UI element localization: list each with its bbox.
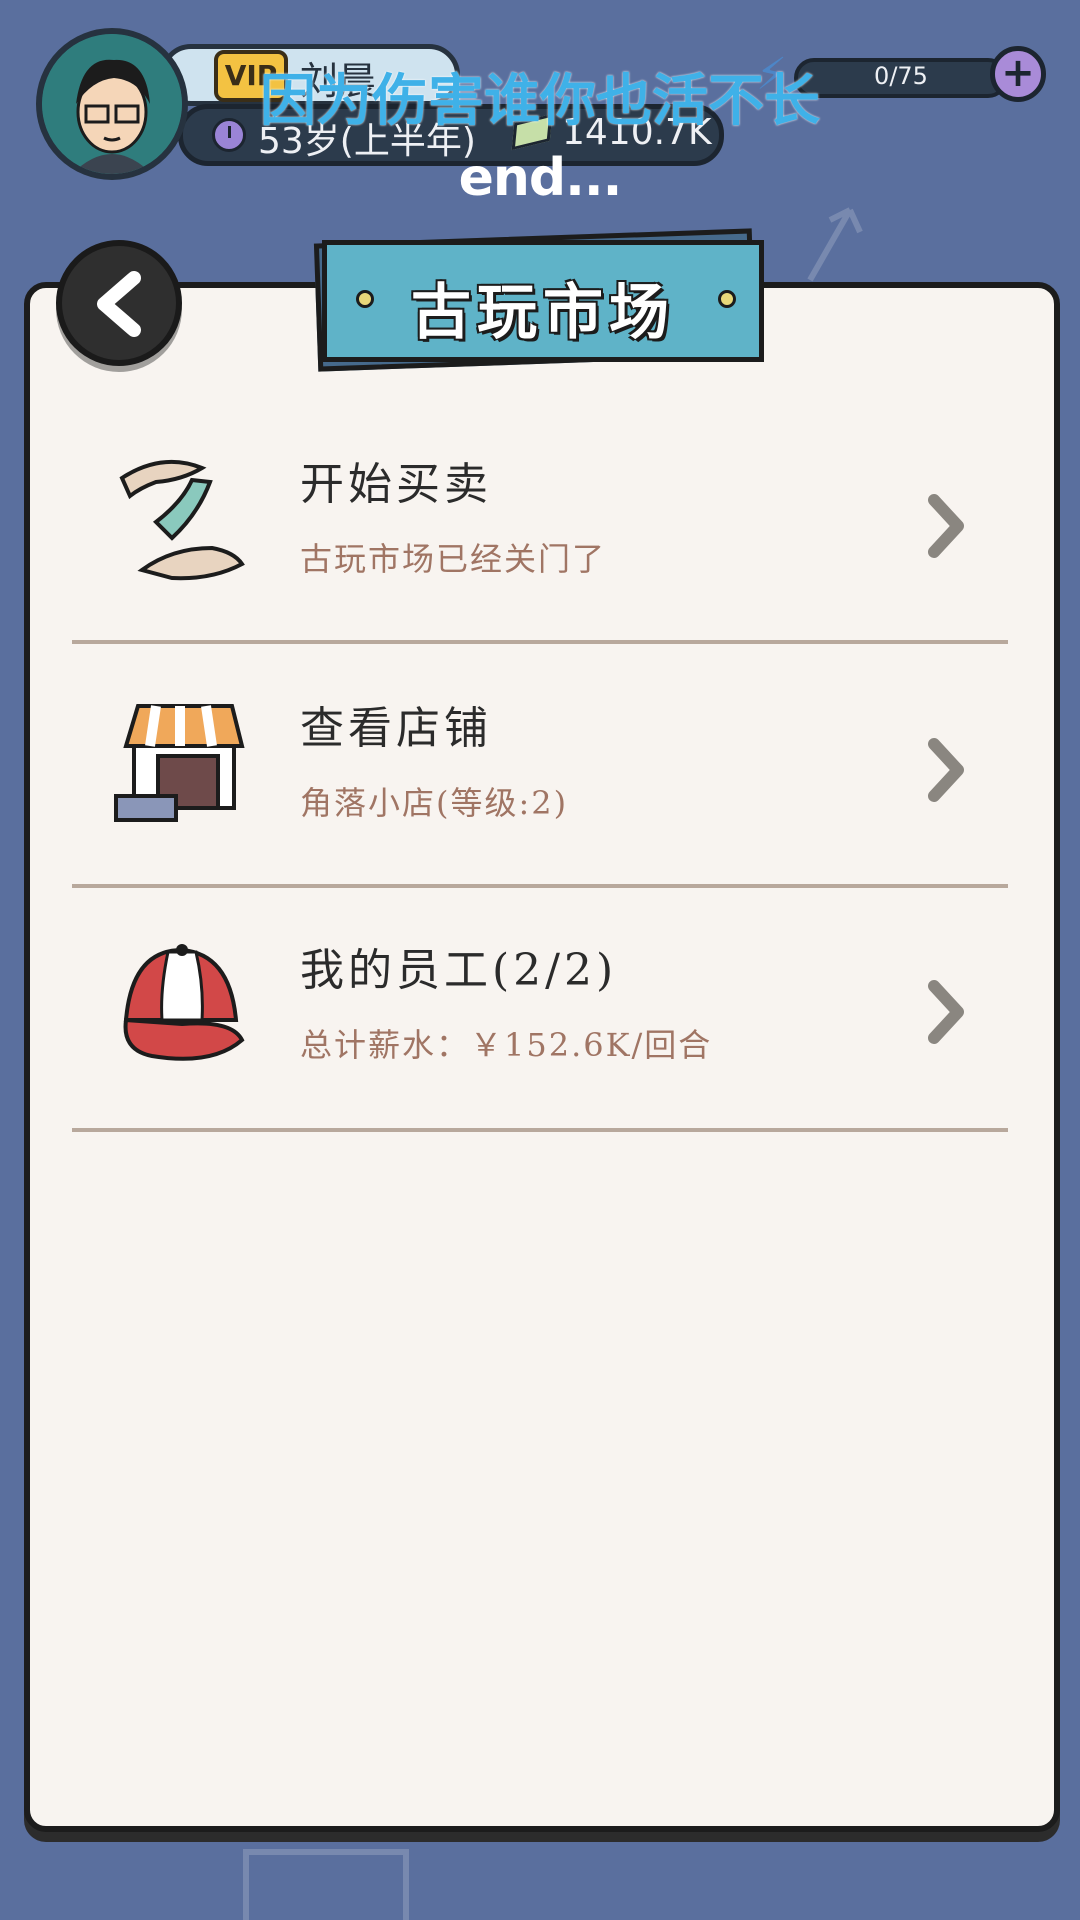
shop-icon [114, 704, 245, 822]
overlay-subtitle: 因为伤害谁你也活不长 [260, 69, 820, 134]
divider [72, 640, 1008, 644]
divider [72, 1128, 1008, 1132]
handshake-icon [119, 459, 245, 581]
menu-item-subtext: 角落小店(等级:2) [300, 784, 569, 822]
page-title: 古玩市场 [411, 278, 675, 348]
menu-item-subtext: 古玩市场已经关门了 [300, 540, 607, 578]
overlay-end-text: end... [458, 148, 623, 208]
background-doodle-book-icon [243, 1849, 409, 1920]
chevron-left-icon [97, 271, 141, 337]
menu-item-view-shop[interactable]: 查看店铺 角落小店(等级:2) [72, 646, 1008, 888]
menu-item-start-trading[interactable]: 开始买卖 古玩市场已经关门了 [72, 402, 1008, 644]
menu-item-label: 查看店铺 [300, 703, 492, 754]
back-button[interactable] [56, 240, 182, 366]
chevron-right-icon [928, 494, 964, 558]
menu-item-subtext: 总计薪水：￥152.6K/回合 [300, 1026, 713, 1064]
menu-item-my-staff[interactable]: 我的员工(2/2) 总计薪水：￥152.6K/回合 [72, 888, 1008, 1130]
menu-item-label: 我的员工(2/2) [300, 945, 618, 996]
chevron-right-icon [928, 980, 964, 1044]
cap-icon [123, 944, 245, 1061]
menu-item-label: 开始买卖 [300, 459, 492, 510]
chevron-right-icon [928, 738, 964, 802]
